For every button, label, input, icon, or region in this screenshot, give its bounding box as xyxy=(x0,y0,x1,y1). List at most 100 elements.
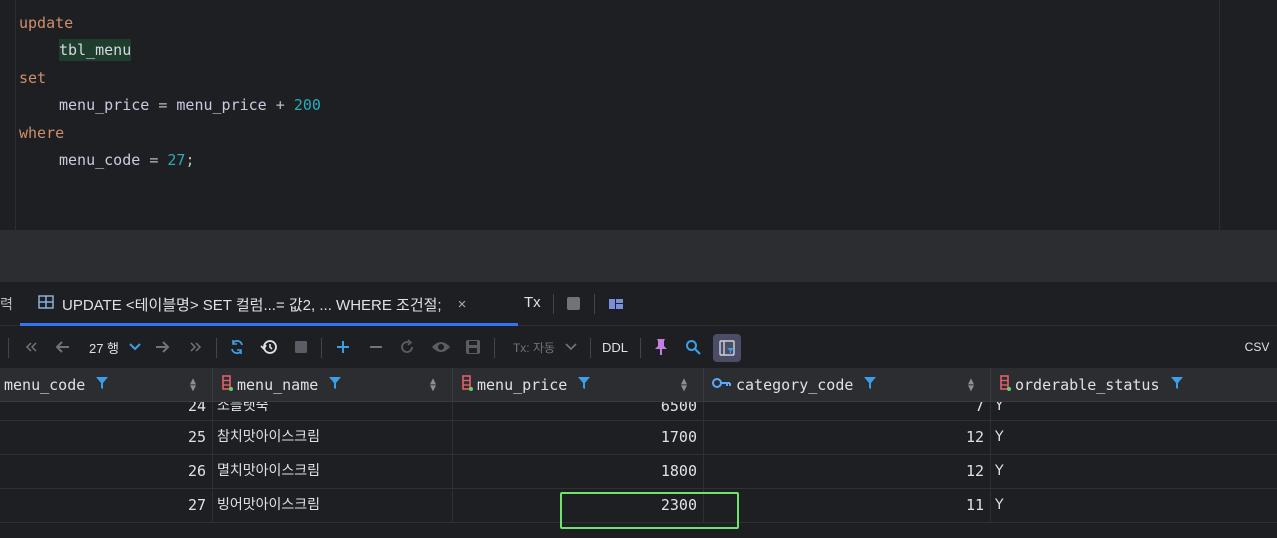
separator xyxy=(321,338,322,358)
next-page-icon[interactable] xyxy=(153,335,171,359)
search-icon[interactable] xyxy=(684,335,702,359)
table-row[interactable]: 27 빙어맛아이스크림 2300 11 Y xyxy=(0,489,1277,523)
table-row[interactable]: 25 참치맛아이스크림 1700 12 Y xyxy=(0,421,1277,455)
column-header-label: menu_price xyxy=(477,375,568,394)
filter-icon[interactable] xyxy=(95,376,109,394)
filter-icon[interactable] xyxy=(328,376,342,394)
keyword-update: update xyxy=(19,14,74,32)
remove-row-icon[interactable] xyxy=(367,335,385,359)
row-count-label: 27 행 xyxy=(88,340,120,356)
results-toolbar: 27 행 Tx: 자동 DDL CSV xyxy=(0,326,1277,368)
sql-editor[interactable]: update tbl_menu set menu_price = menu_pr… xyxy=(0,0,1277,230)
close-icon[interactable]: × xyxy=(458,296,467,313)
cell-orderable_status[interactable]: Y xyxy=(991,455,1277,488)
revert-icon[interactable] xyxy=(398,335,416,359)
cell-menu_price[interactable]: 1800 xyxy=(453,455,704,488)
cell-menu_name[interactable]: 빙어맛아이스크림 xyxy=(213,489,453,522)
code-line-6: menu_code = 27; xyxy=(59,147,194,174)
column-icon xyxy=(999,374,1011,395)
keyword-where: where xyxy=(19,124,65,142)
code-line-4: menu_price = menu_price + 200 xyxy=(59,92,321,119)
column-header-label: menu_name xyxy=(237,375,319,394)
cell-menu_price[interactable]: 2300 xyxy=(453,489,704,522)
cell-menu_code[interactable]: 26 xyxy=(0,455,213,488)
refresh-icon[interactable] xyxy=(228,335,246,359)
code-line-3: set xyxy=(19,65,46,92)
sort-icon[interactable]: ▲ ▼ xyxy=(681,377,687,394)
number-literal: 27 xyxy=(167,151,186,169)
code-line-5: where xyxy=(19,120,64,147)
column-icon xyxy=(221,374,233,395)
separator xyxy=(8,338,9,358)
filter-icon[interactable] xyxy=(1170,376,1184,394)
separator xyxy=(216,338,217,358)
pin-icon[interactable] xyxy=(652,335,670,359)
cell-menu_code[interactable]: 25 xyxy=(0,421,213,454)
cell-menu_price[interactable]: 1700 xyxy=(453,421,704,454)
column-header-label: orderable_status xyxy=(1015,375,1160,394)
first-page-icon[interactable] xyxy=(22,335,40,359)
filter-panel-icon[interactable] xyxy=(713,334,741,362)
cell-menu_price[interactable]: 6500 xyxy=(453,402,704,421)
table-grid-icon xyxy=(38,295,54,313)
number-literal: 200 xyxy=(293,96,321,114)
results-tab-bar: 력 UPDATE <테이블명> SET 컬럼...= 값2, ... WHERE… xyxy=(0,282,1277,326)
layout-icon[interactable] xyxy=(608,296,624,310)
cell-orderable_status[interactable]: Y xyxy=(991,421,1277,454)
filter-icon[interactable] xyxy=(577,376,591,394)
column-header-menu_name[interactable]: menu_name ▲ ▼ xyxy=(213,368,453,402)
cell-category_code[interactable]: 11 xyxy=(704,489,991,522)
column-header-label: menu_code xyxy=(4,375,86,394)
result-grid: menu_code ▲ ▼ menu_name ▲ ▼ menu_price ▲ ▼ … xyxy=(0,368,1277,538)
table-name-token: tbl_menu xyxy=(59,39,132,61)
column-icon xyxy=(461,374,473,395)
sort-icon[interactable]: ▲ ▼ xyxy=(190,377,196,394)
column-header-menu_price[interactable]: menu_price ▲ ▼ xyxy=(453,368,704,402)
table-row[interactable]: 26 멸치맛아이스크림 1800 12 Y xyxy=(0,455,1277,489)
tx-mode-select[interactable]: Tx: 자동 xyxy=(508,335,560,359)
column-header-category_code[interactable]: category_code ▲ ▼ xyxy=(704,368,991,402)
stop-icon[interactable] xyxy=(567,297,580,310)
table-row[interactable]: 24 소블랫죽 6500 7 Y xyxy=(0,402,1277,421)
cell-menu_name[interactable]: 멸치맛아이스크림 xyxy=(213,455,453,488)
column-token: menu_code xyxy=(59,151,141,169)
cell-orderable_status[interactable]: Y xyxy=(991,489,1277,522)
code-line-1: update xyxy=(19,10,73,37)
sort-icon[interactable]: ▲ ▼ xyxy=(430,377,436,394)
sort-icon[interactable]: ▲ ▼ xyxy=(968,377,974,394)
save-icon[interactable] xyxy=(464,335,482,359)
stop-icon[interactable] xyxy=(293,335,309,359)
history-icon[interactable] xyxy=(259,335,279,359)
cell-menu_code[interactable]: 27 xyxy=(0,489,213,522)
semicolon-token: ; xyxy=(185,151,195,169)
last-page-icon[interactable] xyxy=(187,335,205,359)
cell-orderable_status[interactable]: Y xyxy=(991,402,1277,421)
ddl-button[interactable]: DDL xyxy=(600,335,630,359)
cell-category_code[interactable]: 7 xyxy=(704,402,991,421)
add-row-icon[interactable] xyxy=(334,335,352,359)
filter-icon[interactable] xyxy=(863,376,877,394)
operator-token: = xyxy=(158,96,168,114)
csv-button[interactable]: CSV xyxy=(1241,335,1273,359)
key-icon xyxy=(712,376,732,394)
code-line-2: tbl_menu xyxy=(59,37,132,64)
cell-menu_code[interactable]: 24 xyxy=(0,402,213,421)
cell-menu_name[interactable]: 참치맛아이스크림 xyxy=(213,421,453,454)
operator-token: = xyxy=(149,151,159,169)
chevron-down-icon[interactable] xyxy=(127,335,143,359)
cell-category_code[interactable]: 12 xyxy=(704,455,991,488)
prev-page-icon[interactable] xyxy=(54,335,72,359)
separator xyxy=(590,338,591,358)
view-icon[interactable] xyxy=(430,335,452,359)
split-pane-divider[interactable] xyxy=(0,230,1277,282)
column-header-menu_code[interactable]: menu_code ▲ ▼ xyxy=(0,368,213,402)
cell-menu_name[interactable]: 소블랫죽 xyxy=(213,402,453,421)
tab-query-result[interactable]: UPDATE <테이블명> SET 컬럼...= 값2, ... WHERE 조… xyxy=(20,282,518,326)
tx-label[interactable]: Tx xyxy=(524,294,541,311)
truncated-tab-label[interactable]: 력 xyxy=(0,294,13,314)
column-header-orderable_status[interactable]: orderable_status xyxy=(991,368,1277,402)
chevron-down-icon[interactable] xyxy=(563,335,579,359)
cell-category_code[interactable]: 12 xyxy=(704,421,991,454)
gutter-divider xyxy=(15,0,16,230)
separator xyxy=(594,294,595,314)
